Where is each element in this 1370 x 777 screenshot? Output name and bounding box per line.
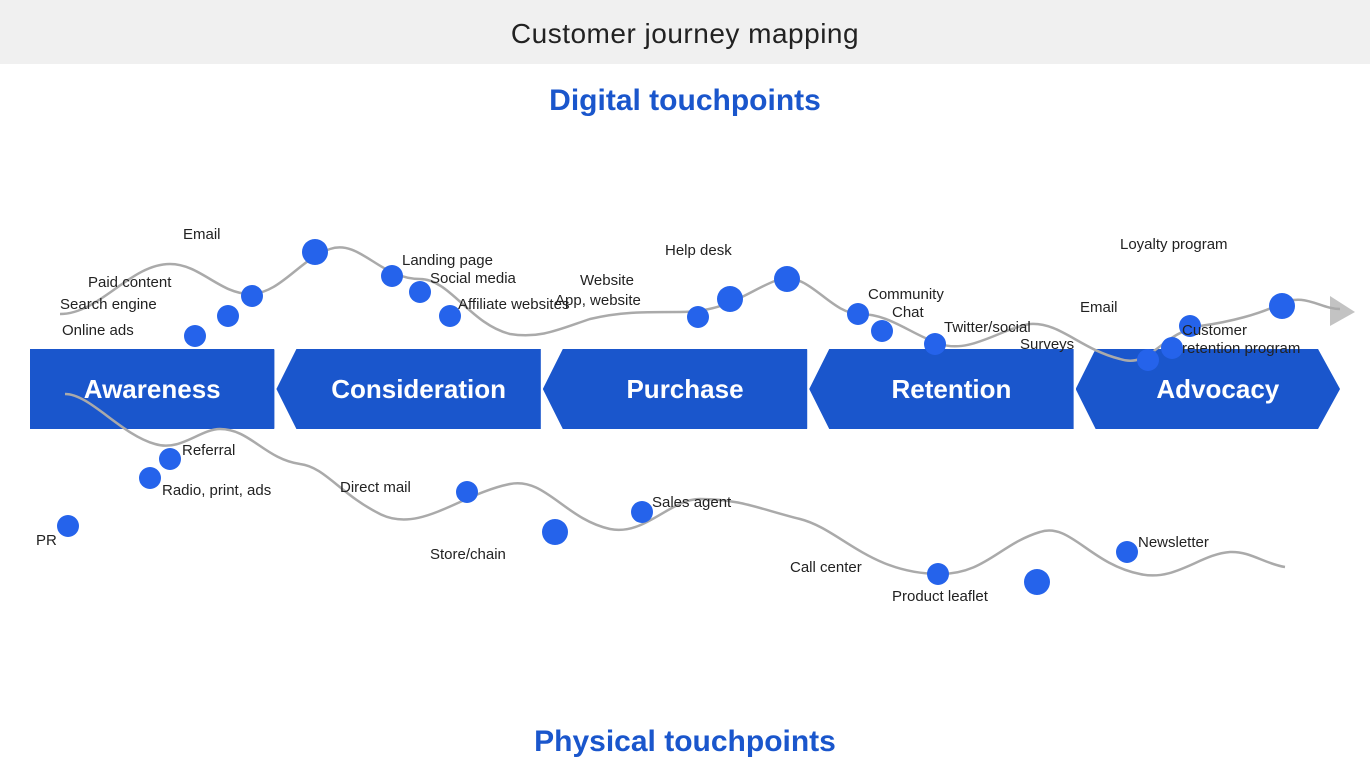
label-sales-agent: Sales agent <box>652 494 731 511</box>
label-chat: Chat <box>892 304 924 321</box>
label-loyalty-program: Loyalty program <box>1120 236 1228 253</box>
label-surveys: Surveys <box>1020 336 1074 353</box>
label-direct-mail: Direct mail <box>340 479 411 496</box>
label-call-center: Call center <box>790 559 862 576</box>
physical-title: Physical touchpoints <box>0 725 1370 759</box>
page-header: Customer journey mapping <box>0 0 1370 64</box>
label-customer-retention: Customer retention program <box>1182 322 1302 358</box>
label-community: Community <box>868 286 944 303</box>
stage-awareness: Awareness <box>30 349 274 429</box>
page-title: Customer journey mapping <box>511 18 859 49</box>
label-email-awareness: Email <box>183 226 221 243</box>
label-pr: PR <box>36 532 57 549</box>
label-radio-print-ads: Radio, print, ads <box>162 482 271 499</box>
label-twitter-social: Twitter/social <box>944 319 1031 336</box>
label-paid-content: Paid content <box>88 274 171 291</box>
label-store-chain: Store/chain <box>430 546 506 563</box>
label-search-engine: Search engine <box>60 296 157 313</box>
stage-advocacy: Advocacy <box>1076 349 1340 429</box>
label-referral: Referral <box>182 442 235 459</box>
page-container: Customer journey mapping Digital touchpo… <box>0 0 1370 777</box>
label-app-website: App, website <box>555 292 641 309</box>
label-newsletter: Newsletter <box>1138 534 1209 551</box>
label-online-ads: Online ads <box>62 322 134 339</box>
label-email-advocacy: Email <box>1080 299 1118 316</box>
label-social-media: Social media <box>430 270 516 287</box>
label-website: Website <box>580 272 634 289</box>
digital-title: Digital touchpoints <box>0 84 1370 118</box>
stage-retention: Retention <box>809 349 1073 429</box>
label-help-desk: Help desk <box>665 242 732 259</box>
journey-band: Awareness Consideration Purchase Retenti… <box>30 349 1340 429</box>
label-product-leaflet: Product leaflet <box>892 588 988 605</box>
stage-purchase: Purchase <box>543 349 807 429</box>
label-affiliate-websites: Affiliate websites <box>458 296 569 313</box>
label-landing-page: Landing page <box>402 252 493 269</box>
main-content: Digital touchpoints Awareness Considerat… <box>0 64 1370 769</box>
stage-consideration: Consideration <box>276 349 540 429</box>
